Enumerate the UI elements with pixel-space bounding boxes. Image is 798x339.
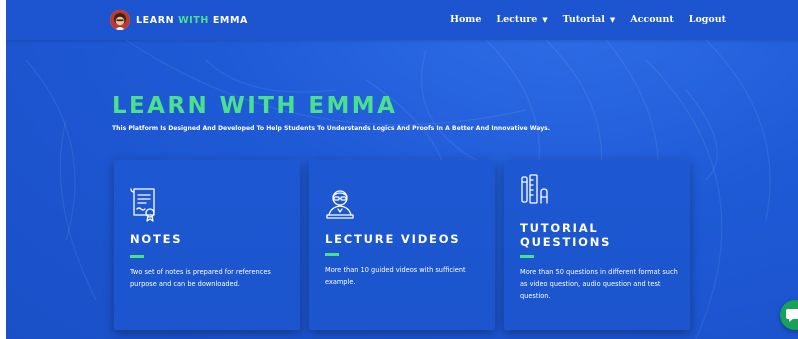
chevron-down-icon: ▼ <box>609 15 616 24</box>
nav-item-label: Home <box>450 14 482 25</box>
page-frame: LEARN WITH EMMA Home Lecture ▼ Tutorial … <box>6 0 798 339</box>
brand-name: LEARN WITH EMMA <box>136 15 248 26</box>
chat-bubble-icon <box>786 309 798 322</box>
card-title: NOTES <box>130 232 183 246</box>
card-title: LECTURE VIDEOS <box>325 232 461 246</box>
card-description: More than 10 guided videos with sufficie… <box>325 266 466 286</box>
nav-item-label: Tutorial <box>562 14 605 25</box>
stationery-icon <box>521 174 548 204</box>
nav-item-home[interactable]: Home <box>450 14 481 25</box>
card-accent-bar <box>520 255 534 258</box>
nav-item-logout[interactable]: Logout <box>689 14 726 25</box>
top-navbar: LEARN WITH EMMA Home Lecture ▼ Tutorial … <box>6 0 798 40</box>
brand-logo[interactable]: LEARN WITH EMMA <box>110 10 248 30</box>
hero-subtitle: This Platform Is Designed And Developed … <box>112 125 551 132</box>
brand-name-part3: EMMA <box>208 14 248 26</box>
feature-card-tutorial-questions[interactable]: TUTORIAL QUESTIONS More than 50 question… <box>504 160 690 330</box>
avatar <box>110 10 130 30</box>
lecturer-icon <box>326 190 354 219</box>
certificate-document-icon <box>130 188 155 222</box>
card-title: TUTORIAL QUESTIONS <box>520 221 612 249</box>
nav-item-label: Lecture <box>496 14 538 25</box>
nav-item-account[interactable]: Account <box>630 14 673 25</box>
brand-name-part2: WITH <box>178 14 209 26</box>
chevron-down-icon: ▼ <box>542 15 548 24</box>
nav-item-tutorial[interactable]: Tutorial ▼ <box>563 14 616 25</box>
card-accent-bar <box>130 255 144 258</box>
chat-button[interactable] <box>780 300 798 330</box>
card-description: Two set of notes is prepared for referen… <box>130 268 271 288</box>
main-menu: Home Lecture ▼ Tutorial ▼ Account Logout <box>450 14 741 25</box>
hero-title: LEARN WITH EMMA <box>112 93 398 119</box>
brand-name-part1: LEARN <box>136 14 179 26</box>
feature-card-notes[interactable]: NOTES Two set of notes is prepared for r… <box>114 160 300 330</box>
card-accent-bar <box>325 253 339 256</box>
nav-item-label: Account <box>630 14 674 25</box>
card-description: More than 50 questions in different form… <box>520 268 678 300</box>
nav-item-label: Logout <box>688 14 727 25</box>
feature-card-lecture-videos[interactable]: LECTURE VIDEOS More than 10 guided video… <box>309 160 495 330</box>
nav-item-lecture[interactable]: Lecture ▼ <box>496 14 547 25</box>
